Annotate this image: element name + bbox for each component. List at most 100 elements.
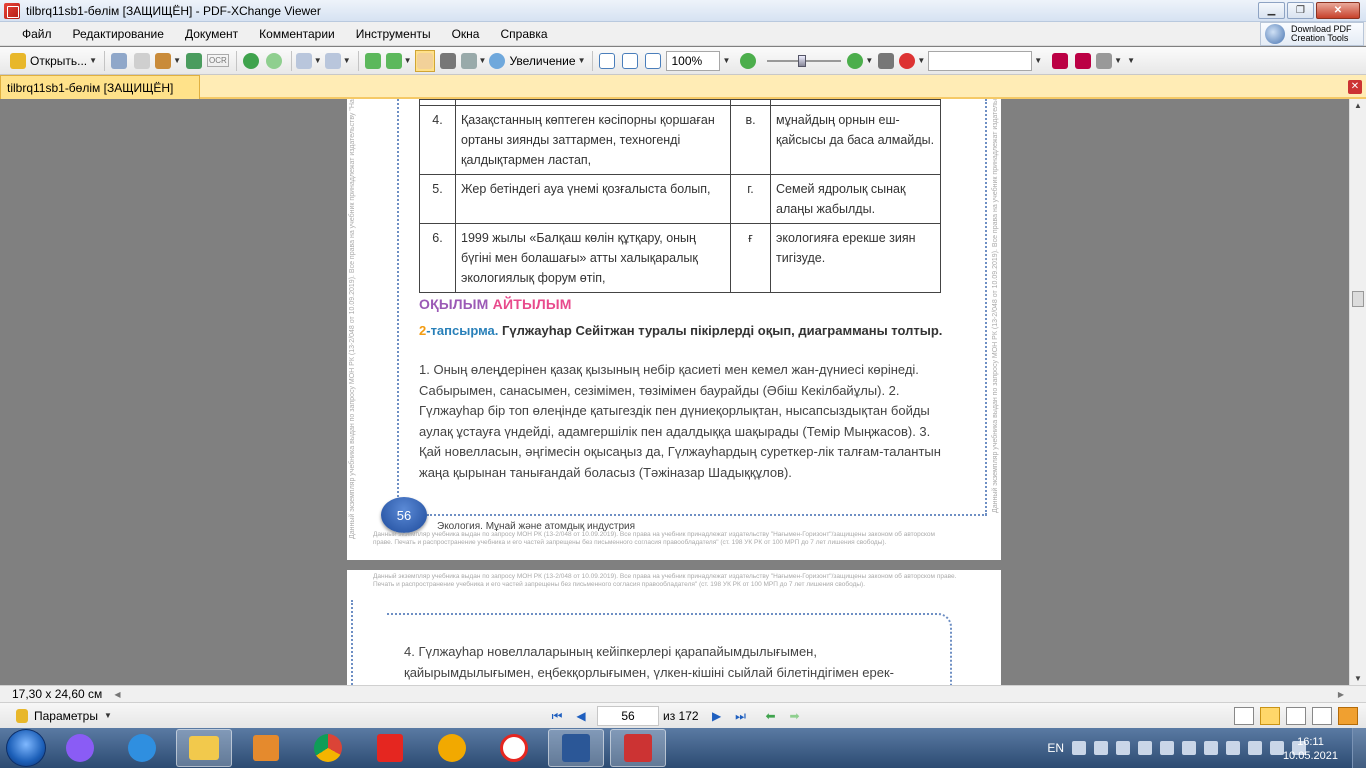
task-text: Гүлжауһар Сейітжан туралы пікірлерді оқы…	[502, 323, 943, 338]
fit-page-icon	[622, 52, 639, 69]
volume-icon[interactable]	[1270, 741, 1284, 755]
body-paragraph: 1. Оның өлеңдерінен қазақ қызының небір …	[419, 362, 941, 480]
continuous-view-button[interactable]	[1260, 707, 1280, 725]
taskbar-yandex[interactable]	[362, 729, 418, 767]
hand-tool-button[interactable]	[414, 49, 435, 72]
search-input[interactable]	[928, 50, 1033, 71]
close-button[interactable]: ✕	[1316, 2, 1360, 19]
select-tool-button[interactable]: ▼	[460, 50, 486, 72]
forward-button[interactable]	[264, 50, 284, 72]
help-icon[interactable]	[1116, 741, 1130, 755]
taskbar-chrome[interactable]	[300, 729, 356, 767]
snapshot-button[interactable]	[438, 50, 458, 72]
menu-document[interactable]: Документ	[175, 27, 249, 41]
next-page-button[interactable]: ▶	[709, 708, 725, 724]
back-button[interactable]	[241, 50, 261, 72]
taskbar-explorer[interactable]	[176, 729, 232, 767]
copy-button[interactable]	[363, 50, 383, 72]
find-previous-button[interactable]	[1050, 50, 1070, 72]
page-size-label: 17,30 x 24,60 см	[12, 687, 103, 701]
taskbar-vpn[interactable]	[424, 729, 480, 767]
continuous-facing-view-button[interactable]	[1312, 707, 1332, 725]
parameters-button[interactable]: Параметры ▼	[16, 708, 112, 723]
taskbar-yandex-browser[interactable]	[486, 729, 542, 767]
taskbar-word[interactable]	[548, 729, 604, 767]
zoom-tool-button[interactable]: Увеличение ▼	[489, 50, 585, 72]
previous-view-button[interactable]: ⬅	[763, 708, 779, 724]
flag-icon[interactable]	[1248, 741, 1262, 755]
language-indicator[interactable]: EN	[1047, 741, 1064, 755]
vertical-scrollbar[interactable]: ▲ ▼	[1349, 99, 1366, 685]
usb-icon[interactable]	[1226, 741, 1240, 755]
download-pdf-button[interactable]: Download PDF Creation Tools	[1260, 22, 1364, 46]
internet-explorer-icon	[128, 734, 156, 762]
show-desktop-button[interactable]	[1352, 728, 1366, 768]
zoom-dropdown-arrow[interactable]: ▼	[722, 56, 730, 65]
scroll-up-arrow-icon[interactable]: ▲	[1354, 101, 1362, 110]
toolbar-overflow-arrow[interactable]: ▼	[1127, 56, 1135, 65]
zoom-slider-thumb[interactable]	[798, 54, 807, 67]
zoom-in-button[interactable]: ▼	[847, 50, 873, 72]
row-text: Жер бетіндегі ауа үнемі қозғалыста болып…	[455, 174, 731, 224]
redo-button[interactable]: ▼	[324, 50, 351, 72]
print-button[interactable]	[132, 50, 152, 72]
security-icon[interactable]	[1138, 741, 1152, 755]
settings-button[interactable]: ▼	[1096, 50, 1122, 72]
menu-tools[interactable]: Инструменты	[346, 27, 442, 41]
ocr-button[interactable]: OCR	[206, 50, 229, 72]
menu-file[interactable]: Файл	[0, 27, 63, 41]
keyboard-icon[interactable]	[1094, 741, 1108, 755]
search-dropdown-arrow[interactable]: ▼	[1034, 56, 1042, 65]
taskbar-internet-explorer[interactable]	[114, 729, 170, 767]
document-tab[interactable]: tilbrq11sb1-бөлім [ЗАЩИЩЁН]	[0, 75, 200, 99]
lock-icon	[438, 734, 466, 762]
menu-windows[interactable]: Окна	[442, 27, 491, 41]
close-document-button[interactable]: ✕	[1348, 80, 1362, 94]
fit-width-button[interactable]	[643, 50, 663, 72]
scroll-down-arrow-icon[interactable]: ▼	[1354, 674, 1362, 683]
document-viewer[interactable]: Данный экземпляр учебника выдан по запро…	[0, 99, 1366, 685]
ask-button[interactable]: ▼	[899, 50, 925, 72]
zoom-out-button[interactable]	[738, 50, 758, 72]
last-page-button[interactable]: ⏭	[733, 708, 749, 724]
pdf-page: Данный экземпляр учебника выдан по запро…	[347, 570, 1001, 685]
taskbar-media-player[interactable]	[238, 729, 294, 767]
taskbar-pdf-xchange[interactable]	[610, 729, 666, 767]
menu-edit[interactable]: Редактирование	[63, 27, 175, 41]
scrollbar-thumb[interactable]	[1352, 291, 1364, 307]
current-page-input[interactable]	[597, 706, 659, 726]
row-letter: ғ	[730, 223, 771, 293]
find-next-button[interactable]	[1073, 50, 1093, 72]
tray-icon[interactable]	[1072, 741, 1086, 755]
actual-size-button[interactable]	[597, 50, 617, 72]
minimize-button[interactable]: ▁	[1258, 2, 1285, 19]
menu-help[interactable]: Справка	[490, 27, 558, 41]
facing-view-button[interactable]	[1286, 707, 1306, 725]
first-page-button[interactable]: ⏮	[549, 708, 565, 724]
single-page-view-button[interactable]	[1234, 707, 1254, 725]
start-button[interactable]	[6, 729, 46, 767]
open-button[interactable]: Открыть... ▼	[10, 50, 97, 72]
horizontal-scrollbar[interactable]: 17,30 x 24,60 см ◀ ▶	[0, 685, 1366, 702]
clock[interactable]: 16:11 10.05.2021	[1283, 735, 1338, 763]
scan-button[interactable]	[184, 50, 204, 72]
previous-page-button[interactable]: ◀	[573, 708, 589, 724]
scroll-left-arrow-icon[interactable]: ◀	[114, 690, 120, 699]
monitor-icon[interactable]	[1182, 741, 1196, 755]
yandex-tray-icon[interactable]	[1160, 741, 1174, 755]
fit-page-button[interactable]	[620, 50, 640, 72]
scroll-right-arrow-icon[interactable]: ▶	[1338, 690, 1344, 699]
maximize-button[interactable]: ❐	[1287, 2, 1314, 19]
rotate-button[interactable]: ▼	[385, 50, 412, 72]
zoom-percent-field[interactable]: 100%	[666, 50, 721, 71]
undo-button[interactable]: ▼	[295, 50, 322, 72]
find-button[interactable]	[876, 50, 896, 72]
menu-comments[interactable]: Комментарии	[249, 27, 346, 41]
save-button[interactable]	[109, 50, 129, 72]
taskbar-alice[interactable]	[52, 729, 108, 767]
sync-icon[interactable]	[1204, 741, 1218, 755]
zoom-slider[interactable]	[767, 54, 842, 67]
email-button[interactable]: ▼	[155, 50, 181, 72]
highlight-tool-button[interactable]	[1338, 707, 1358, 725]
next-view-button[interactable]: ➡	[787, 708, 803, 724]
